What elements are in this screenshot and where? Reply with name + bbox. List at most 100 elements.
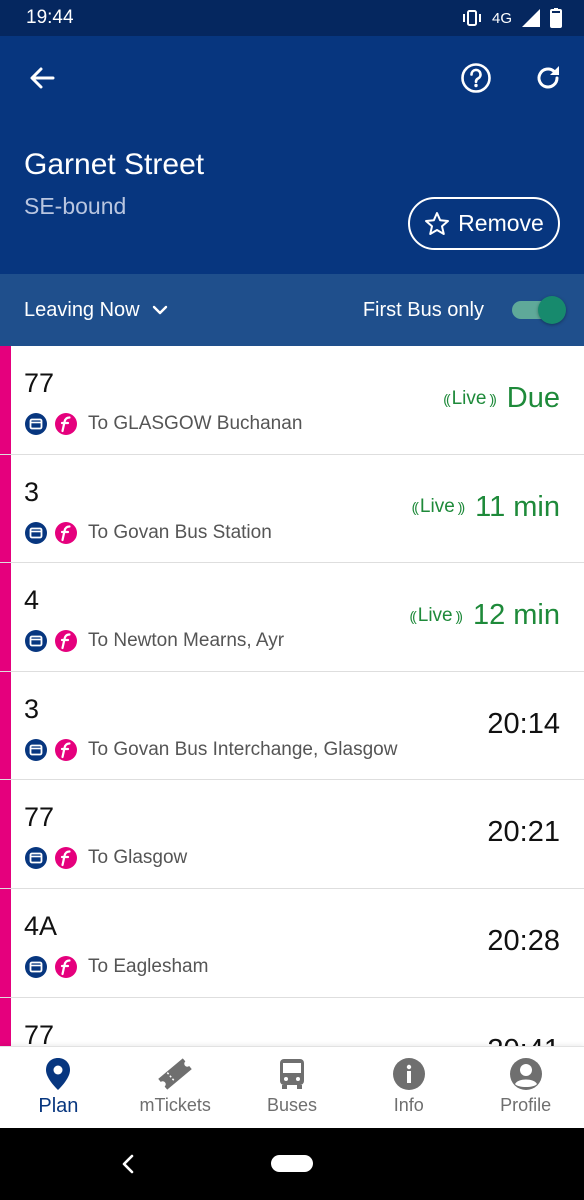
time-value: 20:21	[487, 816, 560, 849]
profile-icon	[509, 1058, 542, 1090]
first-bus-logo-icon	[55, 630, 77, 653]
departure-row[interactable]: 3 To Govan Bus Station ((Live)) 11 min	[0, 454, 584, 564]
nav-buses[interactable]: Buses	[234, 1047, 351, 1128]
route-number: 77	[24, 802, 55, 833]
route-number: 77	[24, 368, 55, 398]
help-button[interactable]	[456, 58, 496, 98]
departure-row[interactable]: 3 To Govan Bus Interchange, Glasgow 20:1…	[0, 671, 584, 781]
first-bus-logo-icon	[55, 413, 77, 435]
destination: To Glasgow	[88, 847, 188, 869]
row-accent	[0, 888, 11, 997]
help-icon	[461, 63, 491, 93]
back-button[interactable]	[22, 58, 62, 98]
status-time: 19:44	[26, 7, 74, 28]
nav-label: Info	[393, 1095, 424, 1115]
live-wave-icon: ))	[489, 390, 496, 407]
refresh-icon	[537, 66, 559, 89]
time-value: 20:14	[487, 707, 560, 740]
map-pin-icon	[46, 1058, 71, 1090]
timetable-icon	[25, 847, 47, 870]
row-accent	[0, 780, 11, 888]
arrow-back-icon	[30, 67, 55, 89]
route-number: 4A	[24, 910, 58, 941]
live-indicator: ((Live))	[411, 496, 466, 518]
first-bus-logo-icon	[55, 847, 77, 870]
vibrate-icon	[462, 10, 481, 26]
departure-details: To Govan Bus Station	[24, 521, 272, 545]
row-accent	[0, 454, 11, 563]
stop-header: Garnet Street SE-bound Remove	[0, 36, 584, 274]
stop-name: Garnet Street	[24, 148, 205, 181]
status-icons: 4G	[462, 8, 562, 28]
signal-icon	[522, 9, 540, 27]
chevron-down-icon	[152, 305, 167, 315]
departure-time: ((Live)) 12 min	[409, 599, 560, 632]
live-label: Live	[417, 604, 453, 626]
departure-row[interactable]: 4A To Eaglesham 20:28	[0, 888, 584, 998]
remove-label: Remove	[458, 210, 544, 236]
toggle-thumb	[538, 296, 566, 324]
departures-list[interactable]: 77 To GLASGOW Buchanan ((Live)) Due 3 To…	[0, 346, 584, 1046]
system-back-icon[interactable]	[118, 1152, 138, 1176]
bottom-navigation: Plan mTickets Buses Info Profile	[0, 1046, 584, 1128]
nav-plan[interactable]: Plan	[0, 1047, 117, 1128]
remove-favourite-button[interactable]: Remove	[408, 197, 560, 250]
live-label: Live	[451, 387, 487, 409]
first-bus-logo-icon	[55, 521, 77, 544]
departure-details: To Glasgow	[24, 846, 187, 870]
stop-direction: SE-bound	[24, 193, 127, 219]
live-wave-icon: ((	[443, 390, 450, 407]
row-accent	[0, 997, 11, 1046]
live-wave-icon: ((	[411, 499, 419, 516]
departure-time: ((Live)) Due	[443, 382, 560, 415]
row-accent	[0, 346, 11, 454]
route-number: 3	[24, 476, 40, 507]
route-number: 77	[24, 1019, 55, 1046]
timetable-icon	[25, 738, 47, 761]
time-value: Due	[506, 382, 560, 414]
system-navigation-bar	[0, 1128, 584, 1200]
time-value: 20:28	[487, 924, 560, 957]
destination: To Govan Bus Interchange, Glasgow	[88, 738, 398, 760]
nav-info[interactable]: Info	[350, 1047, 467, 1128]
departure-row[interactable]: 77 To GLASGOW Buchanan ((Live)) Due	[0, 346, 584, 455]
departure-row[interactable]: 77 To Glasgow 20:21	[0, 780, 584, 889]
live-indicator: ((Live))	[409, 604, 463, 627]
departure-row[interactable]: 4 To Newton Mearns, Ayr ((Live)) 12 min	[0, 563, 584, 672]
ticket-icon	[158, 1058, 192, 1090]
star-outline-icon	[425, 211, 450, 235]
leaving-now-label: Leaving Now	[24, 298, 140, 321]
row-accent	[0, 671, 11, 780]
first-bus-logo-icon	[55, 955, 77, 978]
live-label: Live	[419, 496, 455, 518]
nav-mtickets[interactable]: mTickets	[117, 1047, 234, 1128]
destination: To Newton Mearns, Ayr	[88, 630, 285, 652]
departure-details: To Newton Mearns, Ayr	[24, 629, 284, 653]
timetable-icon	[25, 955, 47, 978]
leaving-now-dropdown[interactable]: Leaving Now	[24, 299, 168, 322]
timetable-icon	[25, 630, 47, 653]
timetable-icon	[25, 521, 47, 544]
nav-label: Profile	[500, 1095, 552, 1115]
first-bus-only-toggle[interactable]	[512, 296, 566, 324]
departure-row[interactable]: 77 20:41	[0, 997, 584, 1046]
destination: To GLASGOW Buchanan	[88, 413, 303, 434]
departure-details: To Govan Bus Interchange, Glasgow	[24, 738, 397, 762]
system-home-button[interactable]	[271, 1155, 313, 1172]
departure-time: 20:21	[487, 816, 560, 849]
filter-bar: Leaving Now First Bus only	[0, 274, 584, 346]
destination: To Govan Bus Station	[88, 521, 272, 543]
destination: To Eaglesham	[88, 955, 209, 977]
route-number: 3	[24, 693, 40, 724]
nav-label: Plan	[38, 1095, 79, 1117]
bus-icon	[279, 1059, 304, 1089]
route-number: 4	[24, 585, 40, 616]
status-bar: 19:44 4G	[0, 0, 584, 36]
time-value: 11 min	[475, 490, 560, 523]
nav-profile[interactable]: Profile	[467, 1047, 584, 1128]
row-accent	[0, 563, 11, 671]
refresh-button[interactable]	[528, 58, 568, 98]
departure-time: 20:14	[487, 708, 560, 741]
departure-details: To Eaglesham	[24, 955, 208, 979]
battery-icon	[550, 8, 562, 28]
